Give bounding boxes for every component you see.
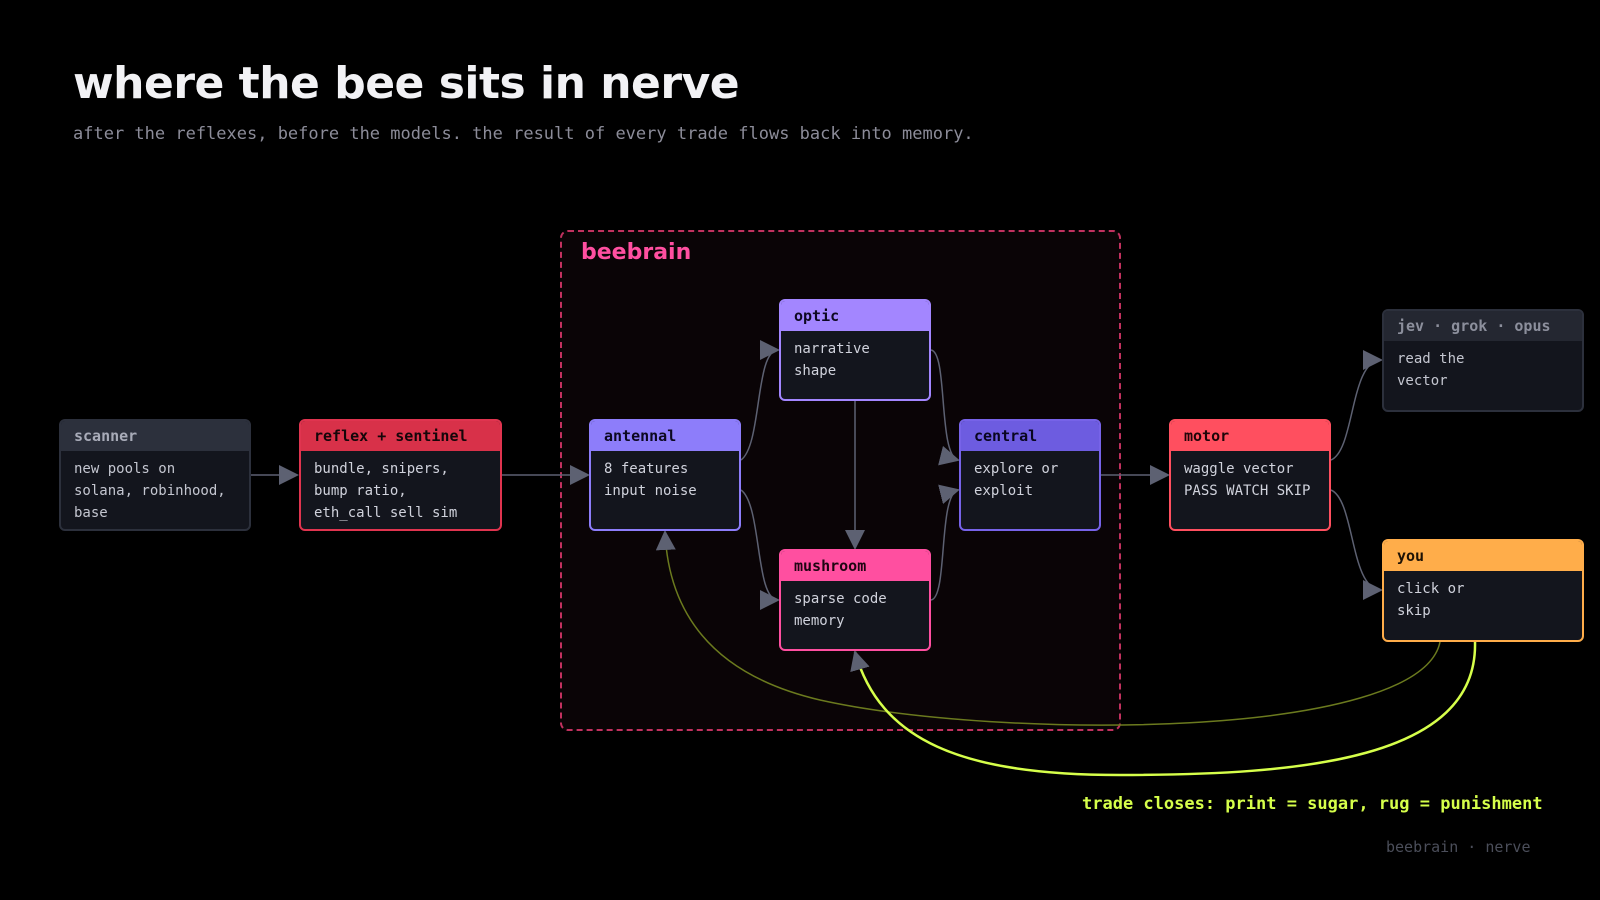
node-optic: optic narrative shape: [779, 299, 931, 401]
node-you-title: you: [1384, 541, 1582, 571]
node-central-title: central: [961, 421, 1099, 451]
node-mushroom-title: mushroom: [781, 551, 929, 581]
node-scanner-title: scanner: [61, 421, 249, 451]
node-motor-title: motor: [1171, 421, 1329, 451]
node-mushroom-body: sparse code memory: [794, 591, 887, 629]
node-optic-body: narrative shape: [794, 341, 870, 379]
edge-antennal-optic: [740, 340, 780, 461]
node-reflex-body: bundle, snipers, bump ratio, eth_call se…: [314, 461, 458, 521]
node-antennal: antennal 8 features input noise: [589, 419, 741, 531]
edge-you-mushroom-feedback: [850, 641, 1477, 777]
node-antennal-title: antennal: [591, 421, 739, 451]
edge-antennal-mushroom: [740, 489, 780, 610]
edge-optic-central: [930, 349, 960, 466]
edge-mushroom-central: [930, 484, 960, 601]
node-reflex-sentinel: reflex + sentinel bundle, snipers, bump …: [299, 419, 502, 531]
node-scanner-body: new pools on solana, robinhood, base: [74, 461, 226, 521]
node-optic-title: optic: [781, 301, 929, 331]
node-models-title: jev · grok · opus: [1384, 311, 1582, 341]
node-motor: motor waggle vector PASS WATCH SKIP: [1169, 419, 1331, 531]
feedback-caption: trade closes: print = sugar, rug = punis…: [1082, 794, 1543, 814]
node-antennal-body: 8 features input noise: [604, 461, 697, 499]
node-central: central explore or exploit: [959, 419, 1101, 531]
node-models-body: read the vector: [1397, 351, 1465, 389]
node-central-body: explore or exploit: [974, 461, 1059, 499]
node-models: jev · grok · opus read the vector: [1382, 309, 1584, 412]
node-you: you click or skip: [1382, 539, 1584, 642]
node-reflex-title: reflex + sentinel: [301, 421, 500, 451]
edge-motor-models: [1330, 350, 1383, 461]
edge-motor-you: [1330, 489, 1383, 600]
footer-text: beebrain · nerve: [1386, 838, 1531, 856]
node-you-body: click or skip: [1397, 581, 1465, 619]
node-mushroom: mushroom sparse code memory: [779, 549, 931, 651]
node-motor-body: waggle vector PASS WATCH SKIP: [1184, 461, 1311, 499]
node-scanner: scanner new pools on solana, robinhood, …: [59, 419, 251, 531]
